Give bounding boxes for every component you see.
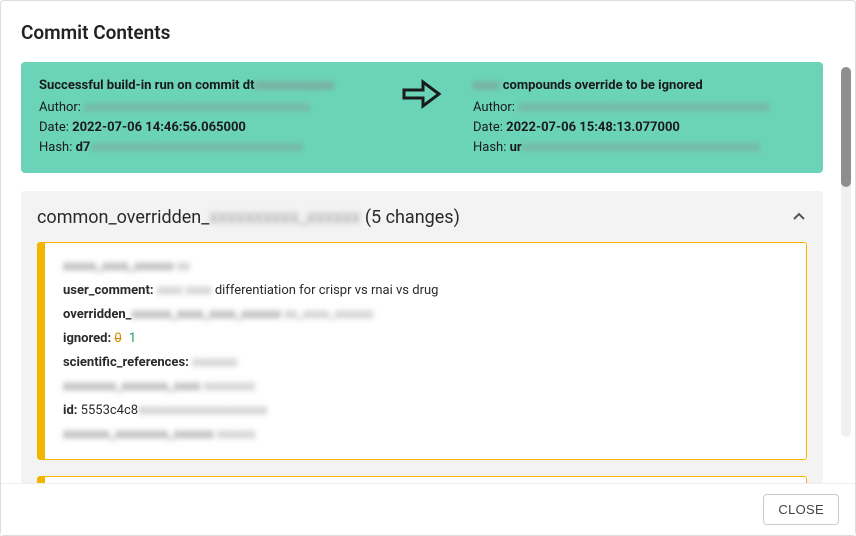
redacted-text: xxxxxxxxxx_xxxxxx xyxy=(209,207,360,228)
commit-contents-dialog: Commit Contents Successful build-in run … xyxy=(0,0,856,536)
redacted-text: xxxxxxxxxxxxxxxxxxxxxxxxxxxxxxxxxxxxxxx xyxy=(518,100,770,115)
id-value-prefix: 5553c4c8 xyxy=(81,403,138,418)
redacted-value: xxxxxxxxxxxxxxxxxxxx xyxy=(138,403,267,418)
to-date-value: 2022-07-06 15:48:13.077000 xyxy=(506,120,680,135)
scrollbar-track[interactable] xyxy=(841,67,851,437)
from-hash-prefix: d7 xyxy=(76,140,91,155)
ignored-new-value: 1 xyxy=(129,331,136,346)
from-commit: Successful build-in run on commit dtxxxx… xyxy=(39,76,371,159)
redacted-text: xxxxxxxxxxxx xyxy=(255,78,334,93)
date-label: Date: xyxy=(473,120,503,135)
redacted-text: xxxxxxxxxxxxxxxxxxxxxxxxxxxxxxxxxxxxx xyxy=(522,140,761,155)
field-row-ignored: ignored: 0 1 xyxy=(63,327,790,351)
redacted-key: xxxxxxxx_xxxxxxx_xxxx xyxy=(63,379,200,394)
user-comment-key: user_comment: xyxy=(63,283,154,298)
to-author-line: Author: xxxxxxxxxxxxxxxxxxxxxxxxxxxxxxxx… xyxy=(473,98,805,118)
to-hash-prefix: ur xyxy=(510,140,522,155)
redacted-value: xxxxxx xyxy=(217,427,256,442)
field-row: xxxxxxx_xxxxxxxx_xxxxxx xxxxxx xyxy=(63,423,790,447)
redacted-value: xx xyxy=(177,259,190,274)
redacted-key: xxxxxxx_xxxxxxxx_xxxxxx xyxy=(63,427,213,442)
field-row-id: id: 5553c4c8xxxxxxxxxxxxxxxxxxxx xyxy=(63,399,790,423)
scientific-refs-key: scientific_references: xyxy=(63,355,189,370)
redacted-value: xx_xxxx_xxxxxx xyxy=(284,307,373,322)
acc-changes-count: (5 changes) xyxy=(360,207,459,228)
author-label: Author: xyxy=(39,100,81,115)
scrollbar-thumb[interactable] xyxy=(841,67,851,187)
overridden-key-prefix: overridden_ xyxy=(63,307,131,322)
field-row-overridden: overridden_xxxxxx_xxxx_xxxx_xxxxxx xx_xx… xyxy=(63,303,790,327)
changes-accordion: common_overridden_xxxxxxxxxx_xxxxxx (5 c… xyxy=(21,191,823,483)
field-row-scientific-refs: scientific_references: xxxxxxx xyxy=(63,351,790,375)
from-date-value: 2022-07-06 14:46:56.065000 xyxy=(72,120,246,135)
author-label: Author: xyxy=(473,100,515,115)
redacted-key: xxxxx_xxxx_xxxxxx xyxy=(63,259,174,274)
from-author-line: Author: xxxxxxxxxxxxxxxxxxxxxxxxxxxxxxxx… xyxy=(39,98,371,118)
dialog-title: Commit Contents xyxy=(21,21,837,44)
redacted-value: xxxxxxxx xyxy=(203,379,255,394)
to-commit: xxxx compounds override to be ignored Au… xyxy=(473,76,805,159)
to-headline-text: compounds override to be ignored xyxy=(503,78,703,93)
id-key: id: xyxy=(63,403,77,418)
redacted-key: xxxxxx_xxxx_xxxx_xxxxxx xyxy=(131,307,281,322)
to-commit-headline: xxxx compounds override to be ignored xyxy=(473,76,805,96)
field-row: xxxxx_xxxx_xxxxxx xx xyxy=(63,255,790,279)
change-card: xxxxx_xxxx_xxxxxx xx xyxy=(37,476,807,483)
arrow-icon xyxy=(391,76,453,112)
change-card: xxxxx_xxxx_xxxxxx xx user_comment: xxxx … xyxy=(37,242,807,460)
accordion-title: common_overridden_xxxxxxxxxx_xxxxxx (5 c… xyxy=(37,207,460,228)
redacted-value: xxxxxxx xyxy=(192,355,237,370)
hash-label: Hash: xyxy=(473,140,506,155)
from-commit-headline: Successful build-in run on commit dtxxxx… xyxy=(39,76,371,96)
close-button[interactable]: CLOSE xyxy=(763,494,839,525)
redacted-text: xxxxxxxxxxxxxxxxxxxxxxxxxxxxxxxxx xyxy=(90,140,303,155)
redacted-value: xxxx xxxx xyxy=(157,283,212,298)
redacted-text: xxxxxxxxxxxxxxxxxxxxxxxxxxxxxxxxxxx xyxy=(84,100,310,115)
to-date-line: Date: 2022-07-06 15:48:13.077000 xyxy=(473,118,805,138)
dialog-footer: CLOSE xyxy=(1,483,855,535)
field-row: xxxxxxxx_xxxxxxx_xxxx xxxxxxxx xyxy=(63,375,790,399)
redacted-text: xxxx xyxy=(473,78,499,93)
from-date-line: Date: 2022-07-06 14:46:56.065000 xyxy=(39,118,371,138)
to-hash-line: Hash: urxxxxxxxxxxxxxxxxxxxxxxxxxxxxxxxx… xyxy=(473,138,805,158)
accordion-header[interactable]: common_overridden_xxxxxxxxxx_xxxxxx (5 c… xyxy=(37,207,807,242)
commit-diff-banner: Successful build-in run on commit dtxxxx… xyxy=(21,62,823,173)
from-hash-line: Hash: d7xxxxxxxxxxxxxxxxxxxxxxxxxxxxxxxx… xyxy=(39,138,371,158)
user-comment-value: differentiation for crispr vs rnai vs dr… xyxy=(212,283,439,298)
ignored-key: ignored: xyxy=(63,331,111,346)
chevron-up-icon[interactable] xyxy=(791,209,807,225)
ignored-old-value: 0 xyxy=(114,331,121,346)
dialog-body: Commit Contents Successful build-in run … xyxy=(1,1,855,483)
hash-label: Hash: xyxy=(39,140,72,155)
date-label: Date: xyxy=(39,120,69,135)
acc-prefix: common_overridden_ xyxy=(37,207,209,228)
from-headline-text: Successful build-in run on commit dt xyxy=(39,78,255,93)
field-row-user-comment: user_comment: xxxx xxxx differentiation … xyxy=(63,279,790,303)
